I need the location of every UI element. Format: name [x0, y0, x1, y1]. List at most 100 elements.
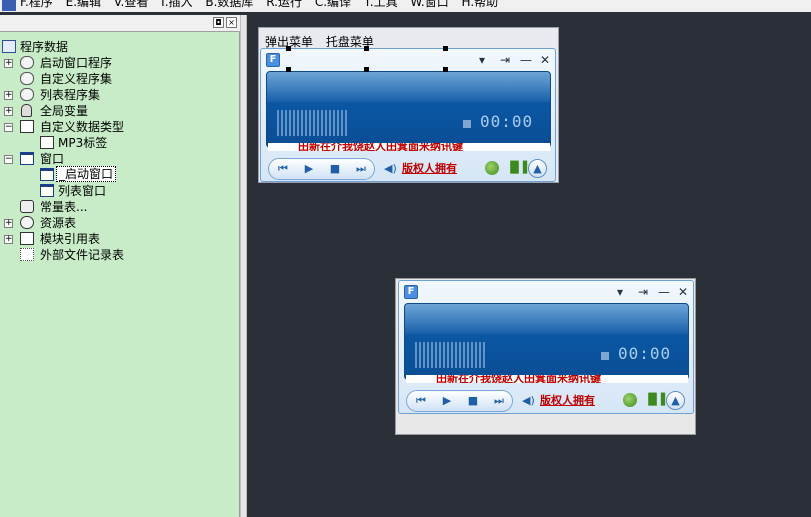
menu-run[interactable]: R.运行 [266, 0, 302, 9]
volume-icon[interactable]: ◀) [522, 394, 535, 407]
player-preview[interactable]: F ▾ ⇥ — ✕ 00:00 田新在介我饶赵人田箕面米纳讯键 ⏮ ▶ ■ ⏭ … [398, 280, 694, 414]
close-icon[interactable]: ✕ [676, 285, 690, 299]
selection-handle[interactable] [443, 46, 448, 51]
tree-item-module-references[interactable]: + 模块引用表 [0, 231, 230, 247]
tree-item-label: _启动窗口 [56, 166, 117, 182]
collapse-icon[interactable]: − [4, 123, 13, 132]
pin-icon[interactable]: ◘ [213, 17, 224, 28]
tree-item-global-variables[interactable]: + 全局变量 [0, 103, 230, 119]
lyric-marquee: 田新在介我饶赵人田箕面米纳讯键 [406, 375, 688, 383]
close-icon[interactable]: × [226, 17, 237, 28]
copyright-link[interactable]: 版权人拥有 [540, 392, 595, 408]
tree-item-custom-program-set[interactable]: 自定义程序集 [0, 71, 230, 87]
previous-icon[interactable]: ⏮ [273, 161, 293, 177]
selection-handle[interactable] [443, 67, 448, 72]
play-icon[interactable]: ▶ [437, 393, 457, 409]
next-icon[interactable]: ⏭ [351, 161, 371, 177]
tree-item-list-program-set[interactable]: + 列表程序集 [0, 87, 230, 103]
expand-icon[interactable]: + [4, 219, 13, 228]
tree-item-list-window[interactable]: 列表窗口 [0, 183, 230, 199]
tree-item-custom-data-types[interactable]: − 自定义数据类型 [0, 119, 230, 135]
variable-icon [21, 104, 32, 117]
tree-item-mp3-tag[interactable]: MP3标签 [0, 135, 230, 151]
transport-bar: ⏮ ▶ ■ ⏭ [268, 158, 375, 180]
selection-handle[interactable] [286, 67, 291, 72]
module-icon [20, 72, 34, 85]
tree-item-resources[interactable]: + 资源表 [0, 215, 230, 231]
tree-item-startup-window[interactable]: _启动窗口 [0, 166, 230, 183]
screen-shine [267, 72, 550, 102]
next-icon[interactable]: ⏭ [489, 393, 509, 409]
player-title-bar: F ▾ ⇥ — ✕ [261, 49, 555, 69]
close-icon[interactable]: ✕ [538, 53, 552, 67]
pin-icon[interactable]: ⇥ [498, 53, 512, 67]
expand-icon[interactable]: + [4, 59, 13, 68]
menu-bar: F.程序 E.编辑 V.查看 I.插入 B.数据库 R.运行 C.编译 T.工具… [0, 0, 811, 12]
marquee-text: 田新在介我饶赵人田箕面米纳讯键 [298, 143, 463, 151]
tree-item-label: 自定义数据类型 [40, 120, 125, 134]
window-icon [20, 152, 34, 165]
pin-icon[interactable]: ⇥ [636, 285, 650, 299]
tree-item-label: 列表程序集 [40, 88, 101, 102]
menu-tools[interactable]: T.工具 [364, 0, 398, 9]
download-icon[interactable] [623, 393, 637, 407]
tree-item-program-data[interactable]: 程序数据 [0, 39, 230, 55]
tree-item-label: 模块引用表 [40, 232, 101, 246]
tree-item-startup-window-program[interactable]: + 启动窗口程序 [0, 55, 230, 71]
preview-window[interactable]: F ▾ ⇥ — ✕ 00:00 田新在介我饶赵人田箕面米纳讯键 ⏮ ▶ ■ ⏭ … [395, 278, 696, 435]
stop-icon[interactable]: ■ [463, 393, 483, 409]
player-title-bar: F ▾ ⇥ — ✕ [399, 281, 693, 301]
selection-handle[interactable] [286, 46, 291, 51]
expand-icon[interactable]: + [4, 235, 13, 244]
copyright-link[interactable]: 版权人拥有 [402, 160, 457, 176]
expand-icon[interactable]: + [4, 91, 13, 100]
tree-item-constants[interactable]: 常量表... [0, 199, 230, 215]
menu-insert[interactable]: I.插入 [161, 0, 192, 9]
tree-item-label: MP3标签 [58, 136, 108, 150]
stop-icon[interactable]: ■ [325, 161, 345, 177]
expand-icon[interactable]: + [4, 107, 13, 116]
menu-dropdown-icon[interactable]: ▾ [475, 53, 489, 67]
app-logo-icon [2, 0, 16, 11]
previous-icon[interactable]: ⏮ [411, 393, 431, 409]
play-icon[interactable]: ▶ [299, 161, 319, 177]
module-icon [20, 56, 34, 69]
minimize-icon[interactable]: — [519, 53, 533, 67]
collapse-icon[interactable]: − [4, 155, 13, 164]
tree-item-label: 启动窗口程序 [40, 56, 113, 70]
panel-caption: ◘ × [0, 15, 240, 32]
upload-icon[interactable]: ▲ [528, 159, 547, 178]
upload-icon[interactable]: ▲ [666, 391, 685, 410]
menu-dropdown-icon[interactable]: ▾ [613, 285, 627, 299]
module-ref-icon [20, 232, 34, 245]
panel-splitter[interactable] [240, 15, 247, 517]
tree-item-external-files[interactable]: 外部文件记录表 [0, 247, 230, 263]
menu-edit[interactable]: E.编辑 [66, 0, 101, 9]
menu-help[interactable]: H.帮助 [462, 0, 499, 9]
tree-item-label: 外部文件记录表 [40, 248, 125, 262]
menu-window[interactable]: W.窗口 [410, 0, 448, 9]
menu-compile[interactable]: C.编译 [315, 0, 351, 9]
player-controls: ⏮ ▶ ■ ⏭ ◀) 版权人拥有 ▐▌▌ ▲ [266, 157, 551, 181]
tree-item-label: 窗口 [40, 152, 65, 166]
volume-icon[interactable]: ◀) [384, 162, 397, 175]
player-design[interactable]: F ▾ ⇥ — ✕ 00:00 田新在介我饶赵人田箕面米纳讯键 ⏮ ▶ ■ ⏭ … [260, 48, 556, 182]
menu-database[interactable]: B.数据库 [205, 0, 253, 9]
window-icon [40, 184, 54, 197]
status-dot-icon [601, 352, 609, 360]
menu-program[interactable]: F.程序 [20, 0, 53, 9]
time-display: 00:00 [480, 112, 534, 131]
program-data-icon [2, 40, 16, 53]
transport-bar: ⏮ ▶ ■ ⏭ [406, 390, 513, 412]
minimize-icon[interactable]: — [657, 285, 671, 299]
tree-item-windows[interactable]: − 窗口 [0, 151, 230, 167]
lyric-marquee: 田新在介我饶赵人田箕面米纳讯键 [268, 143, 550, 151]
form-designer[interactable]: 弹出菜单 托盘菜单 F ▾ ⇥ — ✕ 00:00 田新在介我饶赵人田箕面米纳讯… [258, 27, 559, 183]
spectrum-icon [415, 342, 487, 368]
selection-handle[interactable] [364, 46, 369, 51]
menu-view[interactable]: V.查看 [114, 0, 148, 9]
player-logo-icon: F [266, 53, 280, 67]
datatype-icon [20, 120, 34, 133]
selection-handle[interactable] [364, 67, 369, 72]
download-icon[interactable] [485, 161, 499, 175]
